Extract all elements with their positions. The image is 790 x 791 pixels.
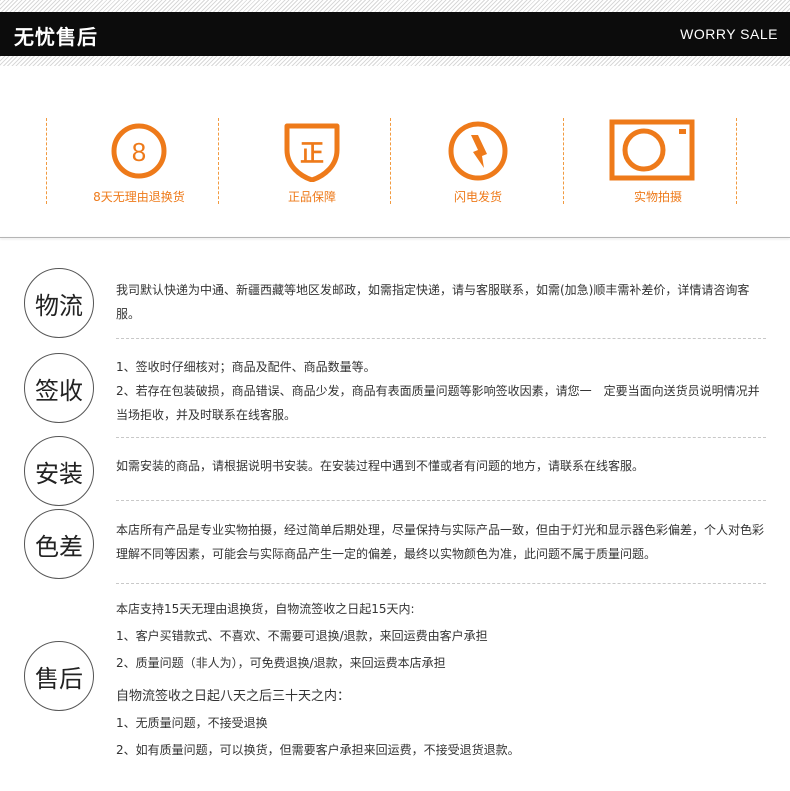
install-text: 如需安装的商品，请根据说明书安装。在安装过程中遇到不懂或者有问题的地方，请联系在… (116, 454, 771, 478)
feature-lightning: 闪电发货 (398, 118, 558, 205)
feature-divider (46, 118, 47, 204)
color-diff-text: 本店所有产品是专业实物拍摄，经过简单后期处理，尽量保持与实际产品一致，但由于灯光… (116, 518, 771, 566)
genuine-icon-text: 正 (300, 139, 324, 167)
after-sale-text: 本店支持15天无理由退换货，自物流签收之日起15天内: 1、客户买错款式、不喜欢… (116, 596, 771, 764)
signoff-badge: 签收 (24, 353, 94, 423)
after-sale-line: 自物流签收之日起八天之后三十天之内： (116, 689, 351, 704)
row-divider (116, 500, 766, 501)
page-subtitle: WORRY SALE (680, 26, 778, 42)
eight-days-icon: 8 (59, 118, 219, 182)
section-divider (0, 237, 790, 238)
genuine-shield-icon: 正 (232, 118, 392, 183)
lightning-icon (398, 118, 558, 182)
color-diff-badge: 色差 (24, 509, 94, 579)
row-divider (116, 338, 766, 339)
title-bar: 无忧售后 WORRY SALE (0, 12, 790, 56)
camera-icon (578, 118, 738, 182)
after-sale-line: 1、客户买错款式、不喜欢、不需要可退换/退款，来回运费由客户承担 (116, 629, 488, 643)
signoff-line: 1、签收时仔细核对；商品及配件、商品数量等。 (116, 360, 376, 374)
feature-divider (563, 118, 564, 204)
top-hatch-band (0, 0, 790, 12)
after-sale-badge: 售后 (24, 641, 94, 711)
after-sale-line: 2、如有质量问题，可以换货，但需要客户承担来回运费，不接受退货退款。 (116, 743, 520, 757)
feature-label: 实物拍摄 (633, 190, 682, 204)
eight-icon-text: 8 (132, 137, 146, 167)
feature-camera: 实物拍摄 (578, 118, 738, 205)
feature-label: 8天无理由退换货 (93, 190, 185, 204)
feature-label: 闪电发货 (453, 190, 502, 204)
signoff-line: 2、若存在包装破损，商品错误、商品少发，商品有表面质量问题等影响签收因素，请您一… (116, 384, 760, 422)
feature-label: 正品保障 (287, 190, 336, 204)
install-line: 如需安装的商品，请根据说明书安装。在安装过程中遇到不懂或者有问题的地方，请联系在… (116, 459, 645, 473)
logistics-line: 我司默认快递为中通、新疆西藏等地区发邮政，如需指定快递，请与客服联系，如需(加急… (116, 283, 750, 321)
logistics-badge: 物流 (24, 268, 94, 338)
signoff-text: 1、签收时仔细核对；商品及配件、商品数量等。 2、若存在包装破损，商品错误、商品… (116, 355, 771, 427)
install-badge: 安装 (24, 436, 94, 506)
feature-eight-days: 8 8天无理由退换货 (59, 118, 219, 205)
after-sale-line: 2、质量问题（非人为），可免费退换/退款，来回运费本店承担 (116, 656, 446, 670)
logistics-text: 我司默认快递为中通、新疆西藏等地区发邮政，如需指定快递，请与客服联系，如需(加急… (116, 278, 771, 326)
after-sale-line: 本店支持15天无理由退换货，自物流签收之日起15天内: (116, 602, 415, 616)
row-divider (116, 437, 766, 438)
page-title: 无忧售后 (14, 25, 98, 49)
row-divider (116, 583, 766, 584)
bottom-hatch-band (0, 56, 790, 66)
color-diff-line: 本店所有产品是专业实物拍摄，经过简单后期处理，尽量保持与实际产品一致，但由于灯光… (116, 523, 765, 561)
after-sale-line: 1、无质量问题，不接受退换 (116, 716, 268, 730)
feature-genuine: 正 正品保障 (232, 118, 392, 205)
